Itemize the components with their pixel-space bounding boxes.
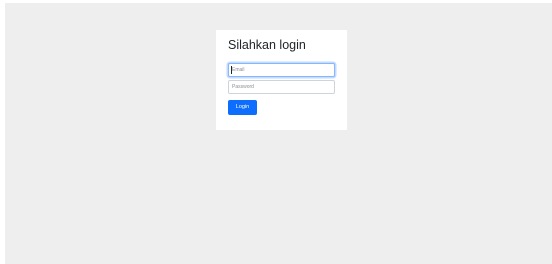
- email-field[interactable]: [228, 63, 335, 77]
- login-button[interactable]: Login: [228, 100, 257, 115]
- text-cursor: [231, 66, 232, 74]
- page-background: Silahkan login Login: [5, 3, 552, 264]
- page-title: Silahkan login: [228, 38, 306, 52]
- login-card: Silahkan login Login: [216, 30, 347, 130]
- password-field[interactable]: [228, 80, 335, 94]
